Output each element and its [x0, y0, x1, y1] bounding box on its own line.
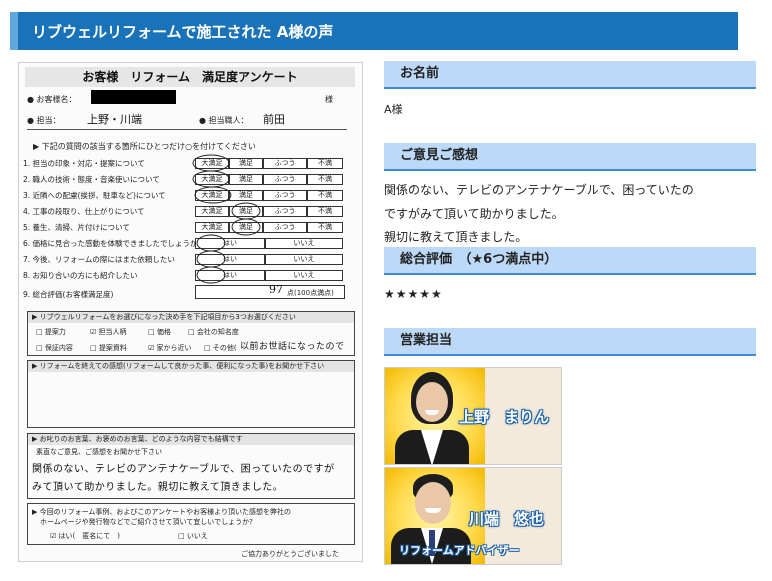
reason-box-title: ▶ リブウェルリフォームをお選びになった決め手を下記項目から3つお選びください — [28, 312, 354, 323]
permission-title-2: ホームページや発行物などでご紹介させて頂いて宜しいでしょうか? — [40, 518, 253, 526]
impression-box: ▶ リフォームを終えての感想(リフォームして良かった事、便利になった事)をお聞か… — [27, 360, 355, 428]
opinion-handwriting-2: みて頂いて助かりました。親切に教えて頂きました。 — [32, 482, 284, 493]
redacted-name — [91, 90, 176, 104]
survey-title: お客様 リフォーム 満足度アンケート — [25, 67, 355, 87]
question-1: 1. 担当の印象・対応・提案について — [23, 159, 145, 168]
permission-no: □ いいえ — [178, 532, 208, 540]
opinion-box: ▶ お叱りのお言葉、お褒めのお言葉、どのような内容でも結構です 素直なご意見、ご… — [27, 433, 355, 499]
question-2: 2. 職人の技術・態度・音楽使いについて — [23, 175, 160, 184]
reason-option: □ 会社の知名度 — [188, 328, 239, 336]
reason-option: ☑ 家から近い — [148, 344, 192, 352]
rating-section-heading: 総合評価 （★6つ満点中） — [384, 247, 756, 275]
permission-box: ▶ 今回のリフォーム事例、およびこのアンケートやお客様より頂いた感想を弊社の ホ… — [27, 503, 355, 545]
opinion-box-title: ▶ お叱りのお言葉、お褒めのお言葉、どのような内容でも結構です — [28, 434, 354, 445]
survey-instruction: ▶ 下記の質問の該当する箇所にひとつだけ○を付けてください — [33, 142, 256, 151]
reason-option: □ 価格 — [148, 328, 171, 336]
survey-sheet-image: お客様 リフォーム 満足度アンケート ● お客様名： 様 ● 担当： 上野・川端… — [18, 62, 363, 562]
permission-yes: ☑ はい( 匿名にて ) — [50, 532, 120, 540]
reason-option: □ 保証内容 — [36, 344, 73, 352]
name-section-heading: お名前 — [384, 61, 756, 89]
staff-role-kawabata: リフォームアドバイザー — [399, 544, 520, 557]
question-4: 4. 工事の段取り、仕上がりについて — [23, 207, 145, 216]
question-9: 9. 総合評価(お客様満足度) — [23, 290, 114, 299]
staff-card-ueno: 上野 まりん — [384, 367, 562, 465]
score-handwriting: 97 — [269, 283, 283, 296]
customer-suffix: 様 — [325, 95, 333, 104]
reason-box: ▶ リブウェルリフォームをお選びになった決め手を下記項目から3つお選びください … — [27, 311, 355, 356]
survey-thanks: ご協力ありがとうございました — [241, 550, 339, 558]
page-title: リブウェルリフォームで施工された A様の声 — [32, 23, 334, 41]
reason-option: ☑ 担当人柄 — [90, 328, 127, 336]
tanto-label: ● 担当： — [27, 116, 61, 125]
impression-box-title: ▶ リフォームを終えての感想(リフォームして良かった事、便利になった事)をお聞か… — [28, 361, 354, 372]
opinion-handwriting-1: 関係のない、テレビのアンテナケーブルで、困っていたのですが — [32, 464, 335, 475]
customer-label: ● お客様名： — [27, 95, 77, 104]
staff-name-ueno: 上野 まりん — [459, 408, 550, 426]
divider — [27, 129, 347, 130]
customer-name: A様 — [384, 103, 403, 116]
staff-name-kawabata: 川端 悠也 — [469, 510, 545, 528]
opinion-line-1: 関係のない、テレビのアンテナケーブルで、困っていたの — [384, 183, 694, 197]
reason-option: □ 提案資料 — [90, 344, 127, 352]
question-5: 5. 養生、清掃、片付けについて — [23, 223, 130, 232]
score-unit: 点(100点満点) — [287, 289, 334, 297]
question-6: 6. 価格に見合った感動を体験できましたでしょうか? — [23, 239, 202, 248]
question-7: 7. 今後、リフォームの際にはまた依頼したい — [23, 255, 175, 264]
opinion-line-2: ですがみて頂いて助かりました。 — [384, 207, 564, 221]
shokunin-label: ● 担当職人： — [199, 116, 249, 125]
rating-stars: ★★★★★ — [384, 287, 443, 301]
reason-option: □ その他( — [204, 344, 237, 352]
staff-card-kawabata: 川端 悠也 リフォームアドバイザー — [384, 467, 562, 565]
tanto-handwriting: 上野・川端 — [87, 113, 142, 126]
staff-section-heading: 営業担当 — [384, 328, 756, 356]
reason-other-handwriting: 以前お世話になったので — [240, 342, 345, 352]
question-8: 8. お知り合いの方にも紹介したい — [23, 271, 138, 280]
opinion-line-3: 親切に教えて頂きました。 — [384, 230, 528, 244]
opinion-box-sub: 素直なご意見、ご感想をお聞かせ下さい — [36, 448, 162, 456]
permission-title: ▶ 今回のリフォーム事例、およびこのアンケートやお客様より頂いた感想を弊社の — [32, 508, 291, 516]
shokunin-handwriting: 前田 — [263, 113, 285, 126]
page-header: リブウェルリフォームで施工された A様の声 — [10, 12, 738, 50]
reason-option: □ 提案力 — [36, 328, 66, 336]
handwritten-circles — [192, 154, 261, 284]
question-3: 3. 近隣への配慮(挨拶、駐車など)について — [23, 191, 166, 200]
opinion-section-heading: ご意見ご感想 — [384, 143, 756, 171]
